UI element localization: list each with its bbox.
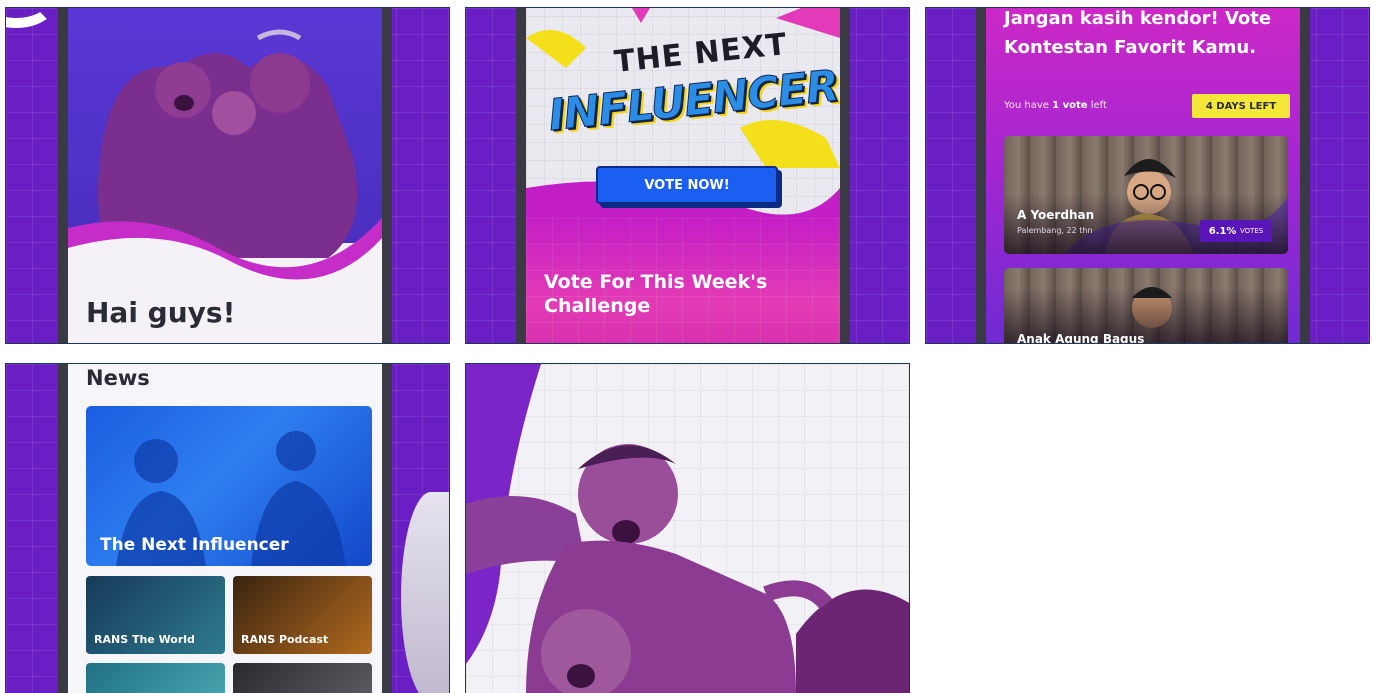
contestant-votes-badge: 6.1% VOTES <box>1200 220 1272 242</box>
news-card-title: RANS Podcast <box>241 633 329 646</box>
phone-frame: Jangan kasih kendor! Vote Kontestan Favo… <box>976 8 1310 344</box>
news-section-title: News <box>86 366 150 390</box>
phone-screen: THE NEXT INFLUENCER VOTE NOW! Vote For T… <box>526 8 840 343</box>
phone-frame: News The Next Influencer RANS The World … <box>58 364 392 693</box>
contestant-card[interactable]: Anak Agung Bagus <box>1004 268 1288 344</box>
voting-heading: Jangan kasih kendor! Vote Kontestan Favo… <box>1004 8 1272 58</box>
vote-now-button[interactable]: VOTE NOW! <box>596 166 778 204</box>
votes-remaining: You have 1 vote left <box>1004 100 1107 111</box>
contestant-name: A Yoerdhan <box>1017 208 1095 222</box>
phone-screen: Jangan kasih kendor! Vote Kontestan Favo… <box>986 8 1300 344</box>
screenshot-welcome: Hai guys! <box>5 7 450 344</box>
screenshot-voting: Jangan kasih kendor! Vote Kontestan Favo… <box>925 7 1370 344</box>
contestant-location: Palembang, 22 thn <box>1017 226 1093 235</box>
phone-frame: THE NEXT INFLUENCER VOTE NOW! Vote For T… <box>516 8 850 343</box>
news-card[interactable]: RANS The World <box>86 576 225 654</box>
challenge-heading: Vote For This Week's Challenge <box>544 271 768 317</box>
news-card[interactable] <box>233 663 372 693</box>
days-left-badge: 4 DAYS LEFT <box>1192 94 1290 118</box>
decorative-swoosh <box>401 492 449 693</box>
screenshot-family-photo <box>465 363 910 693</box>
phone-frame: Hai guys! <box>58 8 392 343</box>
news-card-title: RANS The World <box>94 633 195 646</box>
phone-screen: News The Next Influencer RANS The World … <box>68 364 382 693</box>
phone-screen: Hai guys! <box>68 8 382 343</box>
screenshot-next-influencer: THE NEXT INFLUENCER VOTE NOW! Vote For T… <box>465 7 910 344</box>
contestant-name: Anak Agung Bagus <box>1017 332 1145 344</box>
news-card[interactable] <box>86 663 225 693</box>
family-photo-illustration <box>68 29 382 288</box>
news-featured-card[interactable]: The Next Influencer <box>86 406 372 566</box>
welcome-greeting: Hai guys! <box>86 296 236 329</box>
decorative-arc <box>6 8 56 28</box>
screenshot-news: News The Next Influencer RANS The World … <box>5 363 450 693</box>
family-photo-illustration <box>466 364 909 693</box>
news-card[interactable]: RANS Podcast <box>233 576 372 654</box>
family-hero-image <box>68 8 382 288</box>
news-featured-title: The Next Influencer <box>100 535 289 555</box>
contestant-card[interactable]: A Yoerdhan Palembang, 22 thn 6.1% VOTES <box>1004 136 1288 254</box>
